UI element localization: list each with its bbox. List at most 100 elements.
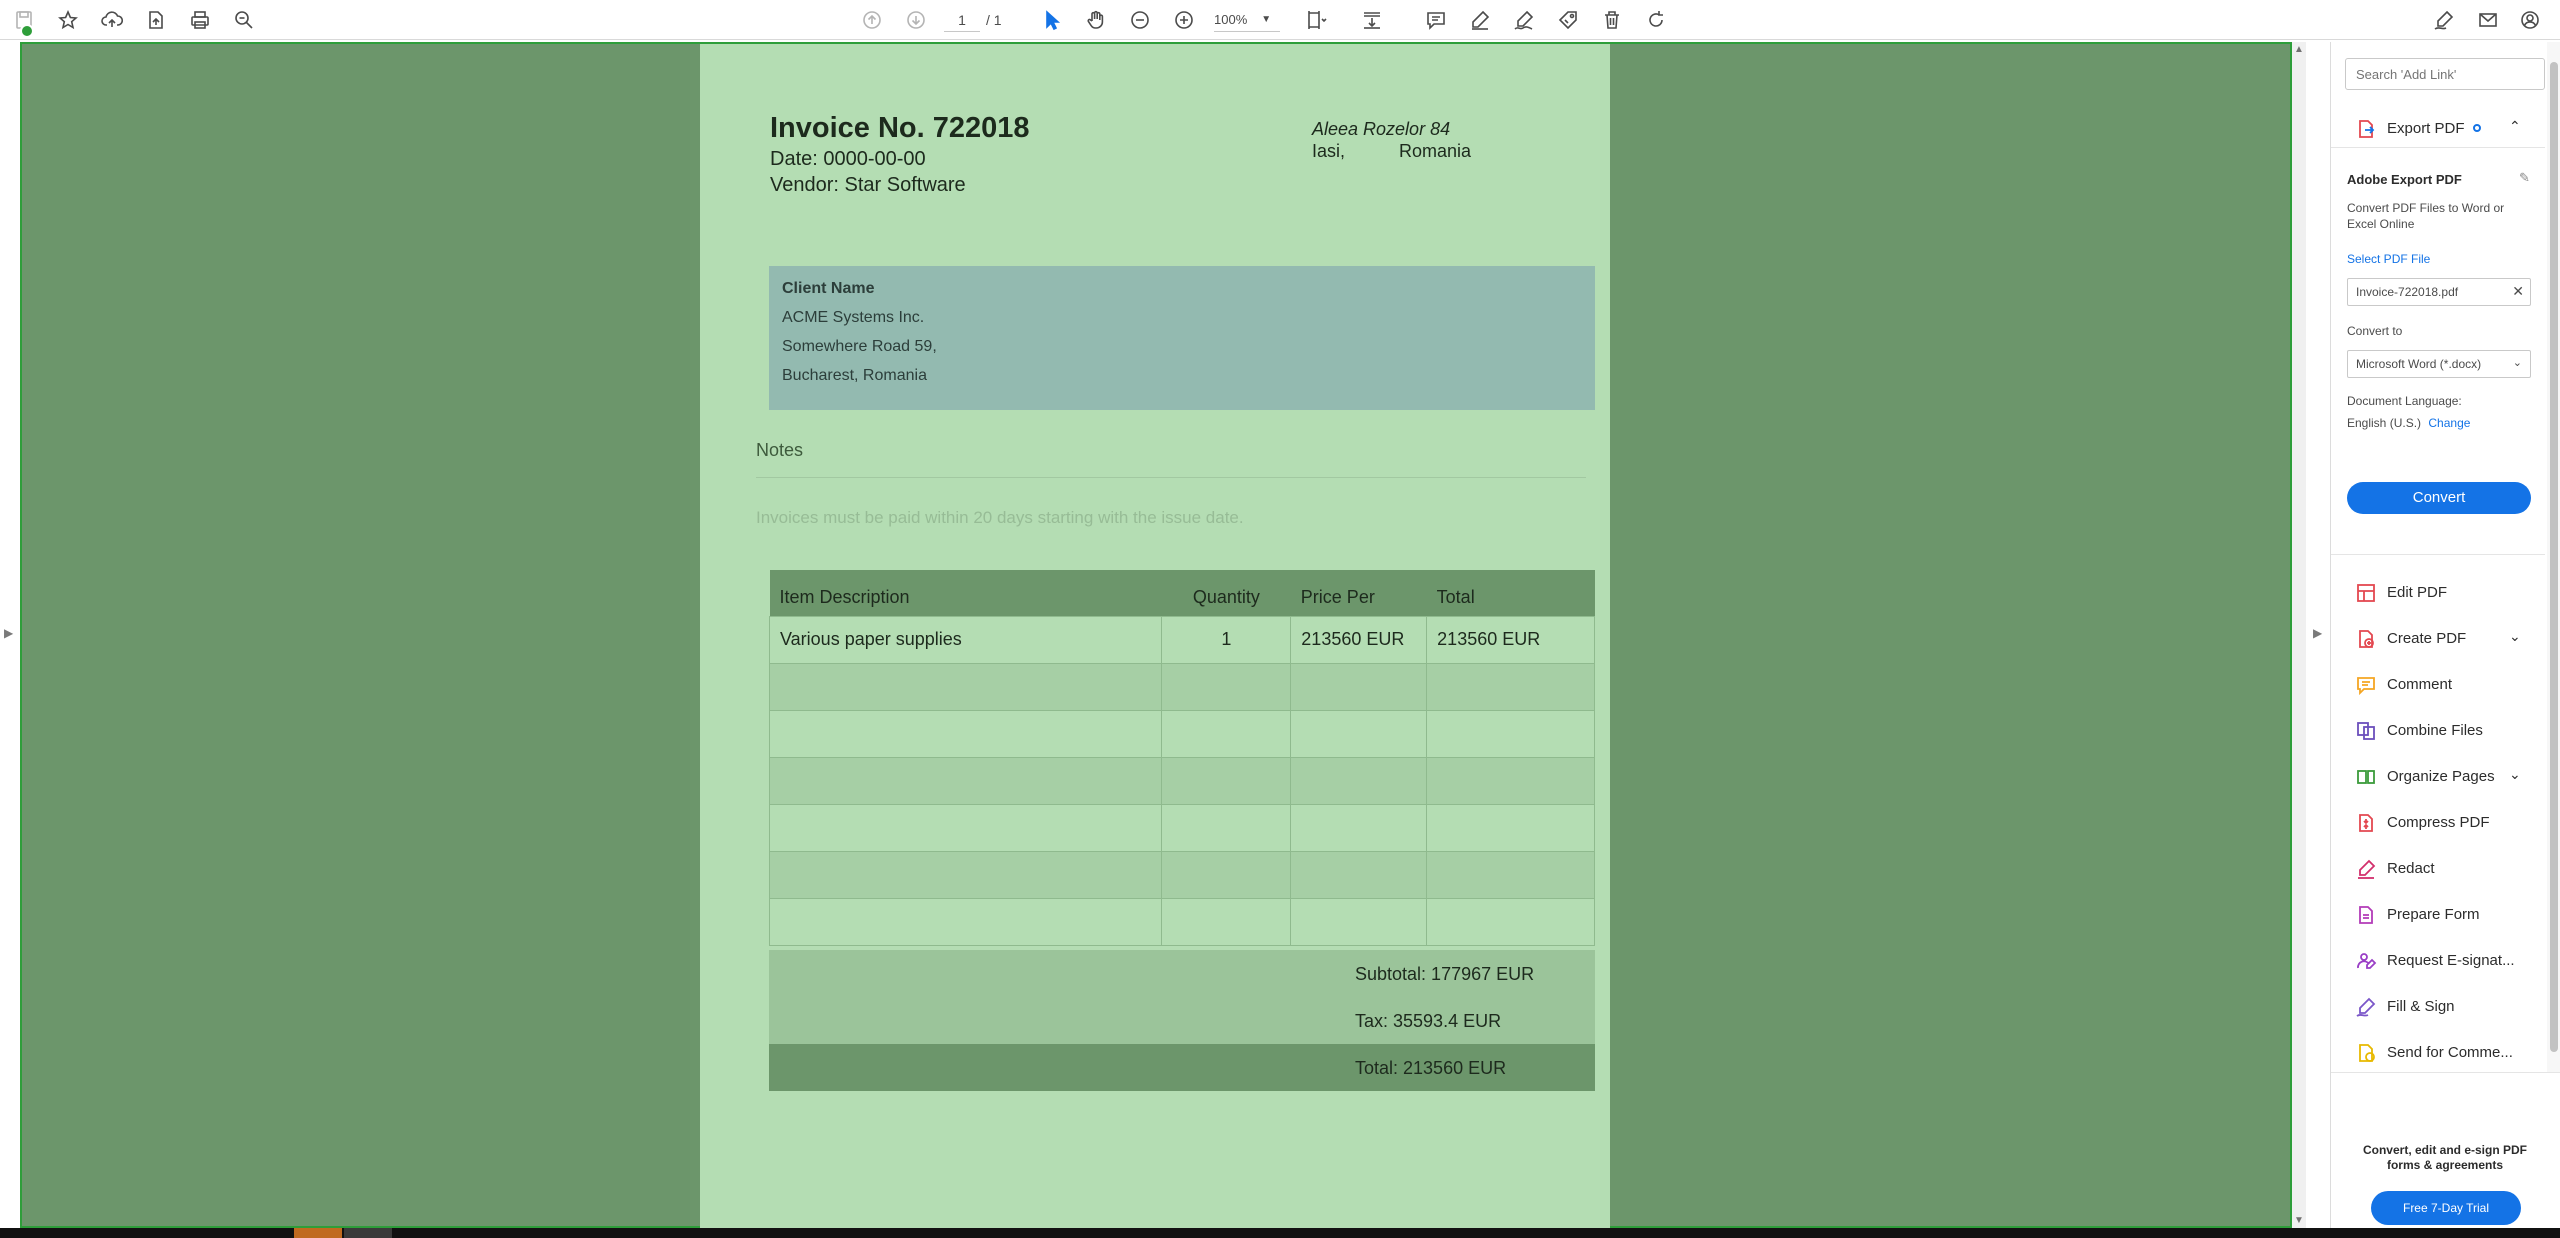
client-info-box: Client Name ACME Systems Inc. Somewhere …	[769, 266, 1595, 410]
tool-label: Create PDF	[2387, 630, 2467, 647]
table-cell	[768, 756, 1163, 805]
convert-to-label: Convert to	[2347, 324, 2403, 338]
print-icon[interactable]	[186, 6, 214, 34]
tool-edit-pdf[interactable]: Edit PDF	[2331, 572, 2545, 612]
account-icon[interactable]	[2516, 6, 2544, 34]
table-cell	[1290, 803, 1428, 852]
chevron-down-icon[interactable]: ⌄	[2509, 766, 2521, 783]
document-scrollbar[interactable]: ▲ ▼	[2292, 42, 2306, 1228]
tools-pane-scrollbar[interactable]	[2547, 42, 2560, 1072]
table-cell	[768, 850, 1163, 899]
chevron-down-icon: ▼	[1261, 14, 1272, 25]
scroll-down-icon[interactable]: ▼	[2294, 1215, 2304, 1226]
scroll-up-icon[interactable]: ▲	[2294, 44, 2304, 55]
chevron-up-icon[interactable]: ⌃	[2509, 118, 2521, 135]
search-tools-input[interactable]	[2345, 58, 2545, 90]
tool-prepare-form[interactable]: Prepare Form	[2331, 894, 2545, 934]
tool-comment[interactable]: Comment	[2331, 664, 2545, 704]
client-name-label: Client Name	[782, 280, 875, 297]
table-cell	[1161, 803, 1292, 852]
tool-label: Compress PDF	[2387, 814, 2490, 831]
tool-organize-pages[interactable]: Organize Pages ⌄	[2331, 756, 2545, 796]
table-row	[768, 850, 1595, 899]
table-cell	[768, 897, 1163, 946]
comment-icon[interactable]	[1422, 6, 1450, 34]
tool-fill-sign[interactable]: Fill & Sign	[2331, 986, 2545, 1026]
tool-redact[interactable]: Redact	[2331, 848, 2545, 888]
chevron-down-icon[interactable]: ⌄	[2509, 628, 2521, 645]
zoom-search-icon[interactable]	[230, 6, 258, 34]
email-icon[interactable]	[2474, 6, 2502, 34]
change-language-link[interactable]: Change	[2428, 416, 2470, 430]
next-page-icon[interactable]	[902, 6, 930, 34]
fill-sign-icon	[2355, 996, 2377, 1018]
edit-icon[interactable]: ✎	[2519, 170, 2530, 186]
convert-button[interactable]: Convert	[2347, 482, 2531, 514]
taskbar-app-icon[interactable]	[344, 1228, 392, 1238]
table-cell	[1426, 756, 1595, 805]
table-cell	[1426, 850, 1595, 899]
column-header: Item Description	[769, 570, 1162, 616]
hand-tool-icon[interactable]	[1082, 6, 1110, 34]
tool-label: Fill & Sign	[2387, 998, 2455, 1015]
combine-files-icon	[2355, 720, 2377, 742]
zoom-level-select[interactable]: 100% ▼	[1214, 8, 1280, 32]
promo-panel: Convert, edit and e-sign PDF forms & agr…	[2331, 1072, 2560, 1228]
free-trial-button[interactable]: Free 7-Day Trial	[2371, 1191, 2521, 1225]
page-total: / 1	[986, 12, 1002, 28]
selected-file-field[interactable]: Invoice-722018.pdf ✕	[2347, 278, 2531, 306]
organize-pages-icon	[2355, 766, 2377, 788]
table-cell	[1426, 709, 1595, 758]
table-cell	[1161, 709, 1292, 758]
left-panel-toggle-icon[interactable]: ▶	[4, 626, 13, 640]
document-language-label: Document Language:	[2347, 394, 2462, 408]
page-number-input[interactable]	[944, 8, 980, 32]
table-row: Various paper supplies 1 213560 EUR 2135…	[768, 615, 1595, 664]
tool-combine-files[interactable]: Combine Files	[2331, 710, 2545, 750]
stamp-tag-icon[interactable]	[1554, 6, 1582, 34]
right-panel-toggle-icon[interactable]: ▶	[2313, 626, 2322, 640]
tools-divider	[2331, 554, 2545, 555]
scroll-mode-icon[interactable]	[1358, 6, 1386, 34]
tool-send-for-comments[interactable]: Send for Comme...	[2331, 1032, 2545, 1072]
compress-pdf-icon	[2355, 812, 2377, 834]
top-toolbar: / 1 100% ▼	[0, 0, 2560, 40]
tool-request-esignatures[interactable]: Request E-signat...	[2331, 940, 2545, 980]
delete-trash-icon[interactable]	[1598, 6, 1626, 34]
bookmark-star-icon[interactable]	[54, 6, 82, 34]
table-cell	[768, 803, 1163, 852]
select-pdf-file-link[interactable]: Select PDF File	[2347, 252, 2430, 266]
rotate-icon[interactable]	[1642, 6, 1670, 34]
status-dot-icon	[2473, 124, 2481, 132]
zoom-in-icon[interactable]	[1170, 6, 1198, 34]
taskbar-app-icon[interactable]	[294, 1228, 342, 1238]
highlight-pen-icon[interactable]	[1466, 6, 1494, 34]
select-cursor-icon[interactable]	[1038, 6, 1066, 34]
selected-file-name: Invoice-722018.pdf	[2356, 285, 2459, 299]
client-company: ACME Systems Inc.	[782, 309, 925, 326]
cloud-upload-icon[interactable]	[98, 6, 126, 34]
tool-label: Combine Files	[2387, 722, 2483, 739]
promo-text: Convert, edit and e-sign PDF forms & agr…	[2362, 1143, 2527, 1172]
remove-file-icon[interactable]: ✕	[2512, 283, 2524, 300]
zoom-out-icon[interactable]	[1126, 6, 1154, 34]
export-pdf-header[interactable]: Export PDF ⌃	[2331, 108, 2545, 148]
export-pdf-title: Export PDF	[2387, 120, 2465, 137]
vendor-address-street: Aleea Rozelor 84	[1312, 119, 1451, 139]
tool-label: Organize Pages	[2387, 768, 2495, 785]
scrollbar-thumb[interactable]	[2550, 62, 2558, 1052]
tool-compress-pdf[interactable]: Compress PDF	[2331, 802, 2545, 842]
table-cell	[1426, 662, 1595, 711]
convert-to-select[interactable]: Microsoft Word (*.docx) ⌄	[2347, 350, 2531, 378]
sign-pen-icon[interactable]	[1510, 6, 1538, 34]
table-cell	[1290, 662, 1428, 711]
document-language-value: English (U.S.)	[2347, 416, 2422, 430]
convert-to-value: Microsoft Word (*.docx)	[2356, 357, 2482, 371]
table-cell	[768, 709, 1163, 758]
file-upload-icon[interactable]	[142, 6, 170, 34]
tool-create-pdf[interactable]: Create PDF ⌄	[2331, 618, 2545, 658]
previous-page-icon[interactable]	[858, 6, 886, 34]
page-display-icon[interactable]	[1302, 6, 1330, 34]
share-sign-icon[interactable]	[2430, 6, 2458, 34]
os-taskbar	[0, 1228, 2560, 1238]
